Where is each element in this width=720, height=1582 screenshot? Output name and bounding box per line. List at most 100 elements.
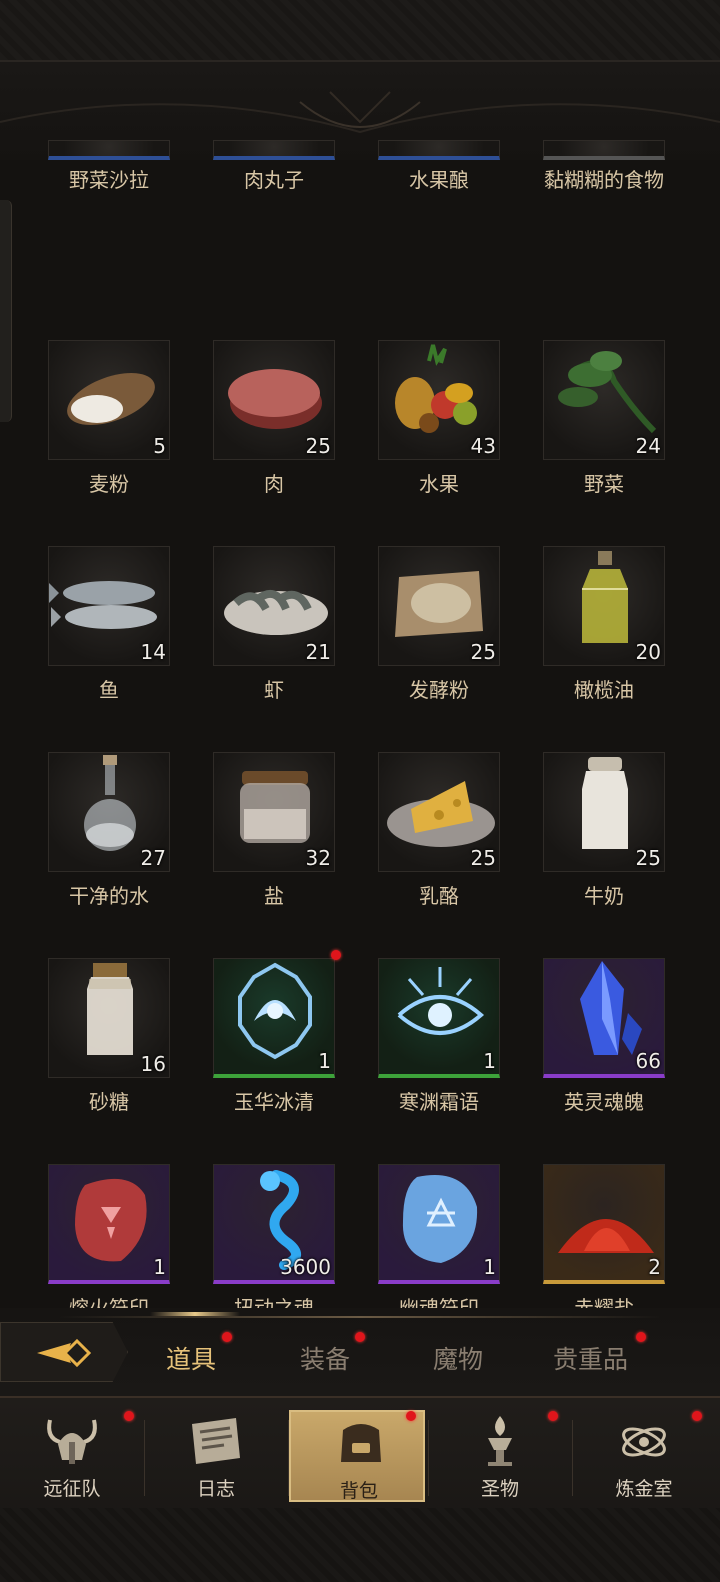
inventory-item[interactable]: 25 乳酪	[378, 652, 500, 908]
inventory-item[interactable]: 66 英灵魂魄	[543, 858, 665, 1114]
item-thumbnail: 16	[48, 958, 170, 1078]
inventory-item[interactable]: 2 肉丸子	[213, 140, 335, 240]
item-thumbnail: 25	[378, 546, 500, 666]
fire-rune-icon	[75, 1178, 147, 1262]
tabs-glow	[150, 1312, 240, 1316]
item-thumbnail: 25	[213, 340, 335, 460]
nav-separator	[144, 1420, 145, 1496]
inventory-item[interactable]: 2 赤耀盐	[543, 1064, 665, 1310]
inventory-item[interactable]: 32 盐	[213, 652, 335, 908]
item-name: 黏糊糊的食物	[544, 168, 664, 192]
nav-label: 远征队	[43, 1478, 101, 1500]
item-thumbnail: 1	[378, 1164, 500, 1284]
nav-expedition[interactable]: 远征队	[2, 1410, 142, 1502]
inventory-item[interactable]: 43 水果	[378, 240, 500, 496]
inventory-item[interactable]: 24 野菜	[543, 240, 665, 496]
item-thumbnail: 1	[378, 958, 500, 1078]
eye-emblem-icon	[397, 967, 485, 1035]
item-thumbnail: 5	[48, 340, 170, 460]
item-thumbnail: 2	[543, 1164, 665, 1284]
nav-label: 日志	[196, 1478, 235, 1500]
nav-label: 炼金室	[615, 1478, 673, 1500]
nav-label: 背包	[339, 1480, 378, 1502]
inventory-item[interactable]: 25 肉	[213, 240, 335, 496]
item-thumbnail: 66	[543, 958, 665, 1078]
nav-separator	[428, 1420, 429, 1496]
item-thumbnail: 2	[213, 140, 335, 160]
tab-monsters[interactable]: 魔物	[433, 1340, 483, 1376]
inventory-item[interactable]: 27 干净的水	[48, 652, 170, 908]
meatball-icon	[214, 141, 335, 160]
flour-icon	[67, 373, 155, 425]
tab-equipment-badge	[355, 1332, 365, 1342]
red-salt-icon	[558, 1219, 654, 1253]
inventory-item-partial[interactable]	[213, 1270, 335, 1310]
inventory-item[interactable]: 14 鱼	[48, 446, 170, 702]
inventory-item[interactable]: 21 虾	[213, 446, 335, 702]
item-thumbnail: 14	[48, 546, 170, 666]
collapse-button[interactable]	[0, 1322, 128, 1382]
nav-alchemy[interactable]: 炼金室	[574, 1410, 714, 1502]
tab-valuables[interactable]: 贵重品	[553, 1340, 628, 1376]
tab-valuables-badge	[636, 1332, 646, 1342]
item-thumbnail: 43	[378, 340, 500, 460]
item-thumbnail: 27	[48, 752, 170, 872]
inventory-item[interactable]: 25 发酵粉	[378, 446, 500, 702]
item-name: 肉丸子	[244, 168, 304, 192]
inventory-item[interactable]: 3600 扭动之魂	[213, 1064, 335, 1310]
tabs-divider	[60, 1316, 660, 1318]
inventory-item[interactable]: 20 橄榄油	[543, 446, 665, 702]
item-thumbnail: 32	[213, 752, 335, 872]
item-thumbnail: 6	[378, 140, 500, 160]
alchemy-icon	[622, 1427, 666, 1457]
item-thumbnail: 1	[48, 1164, 170, 1284]
scroll-icon	[192, 1418, 240, 1464]
sticky-food-icon	[544, 141, 665, 160]
nav-relics[interactable]: 圣物	[430, 1410, 570, 1502]
item-name: 野菜沙拉	[69, 168, 149, 192]
inventory-item[interactable]: 1 玉华冰清	[213, 858, 341, 1114]
item-thumbnail: 21	[213, 546, 335, 666]
phoenix-emblem-icon	[238, 962, 312, 1060]
inventory-item[interactable]: 1 幽魂符印	[378, 1064, 500, 1310]
tab-label: 装备	[300, 1345, 351, 1374]
inventory-grid-area[interactable]: 1 野菜沙拉 2 肉丸子 6 水果酿 1 黏糊糊的食物 5麦粉 25肉 43水果 24野菜 14鱼 21虾…	[0, 140, 720, 1310]
inventory-item[interactable]: 1 熔火符印	[48, 1064, 170, 1310]
nav-relics-badge	[548, 1411, 558, 1421]
inventory-item[interactable]: 1 寒渊霜语	[378, 858, 500, 1114]
bottom-strip	[0, 1508, 720, 1582]
backpack-icon	[341, 1424, 381, 1462]
salad-icon	[49, 141, 170, 160]
nav-journal[interactable]: 日志	[146, 1410, 286, 1502]
inventory-item-partial[interactable]	[378, 1270, 500, 1310]
inventory-item[interactable]: 5 麦粉	[48, 240, 170, 496]
inventory-grid: 1 野菜沙拉 2 肉丸子 6 水果酿 1 黏糊糊的食物 5麦粉 25肉 43水果 24野菜 14鱼 21虾…	[48, 140, 678, 1310]
nav-expedition-badge	[124, 1411, 134, 1421]
tab-label: 贵重品	[553, 1345, 629, 1374]
relic-torch-icon	[488, 1416, 512, 1466]
item-thumbnail: 20	[543, 546, 665, 666]
inventory-item-partial[interactable]	[543, 1270, 665, 1310]
tab-items[interactable]: 道具	[166, 1340, 216, 1376]
item-thumbnail: 25	[543, 752, 665, 872]
item-new-badge	[331, 950, 341, 960]
item-thumbnail: 24	[543, 340, 665, 460]
inventory-item[interactable]: 6 水果酿	[378, 140, 500, 240]
ghost-rune-icon	[402, 1175, 478, 1263]
item-thumbnail: 3600	[213, 1164, 335, 1284]
item-name: 水果酿	[409, 168, 469, 192]
tab-label: 魔物	[433, 1345, 484, 1374]
inventory-item-partial[interactable]	[48, 1270, 170, 1310]
tab-items-badge	[222, 1332, 232, 1342]
nav-backpack[interactable]: 背包	[289, 1410, 425, 1502]
item-thumbnail: 25	[378, 752, 500, 872]
tab-equipment[interactable]: 装备	[300, 1340, 350, 1376]
inventory-item[interactable]: 1 野菜沙拉	[48, 140, 170, 240]
inventory-item[interactable]: 1 黏糊糊的食物	[543, 140, 665, 240]
inventory-item[interactable]: 25 牛奶	[543, 652, 665, 908]
viking-helmet-icon	[47, 1419, 97, 1464]
arrow-left-icon	[37, 1338, 92, 1368]
item-thumbnail: 1	[543, 140, 665, 160]
inventory-item[interactable]: 16 砂糖	[48, 858, 170, 1114]
nav-backpack-badge	[406, 1411, 416, 1421]
